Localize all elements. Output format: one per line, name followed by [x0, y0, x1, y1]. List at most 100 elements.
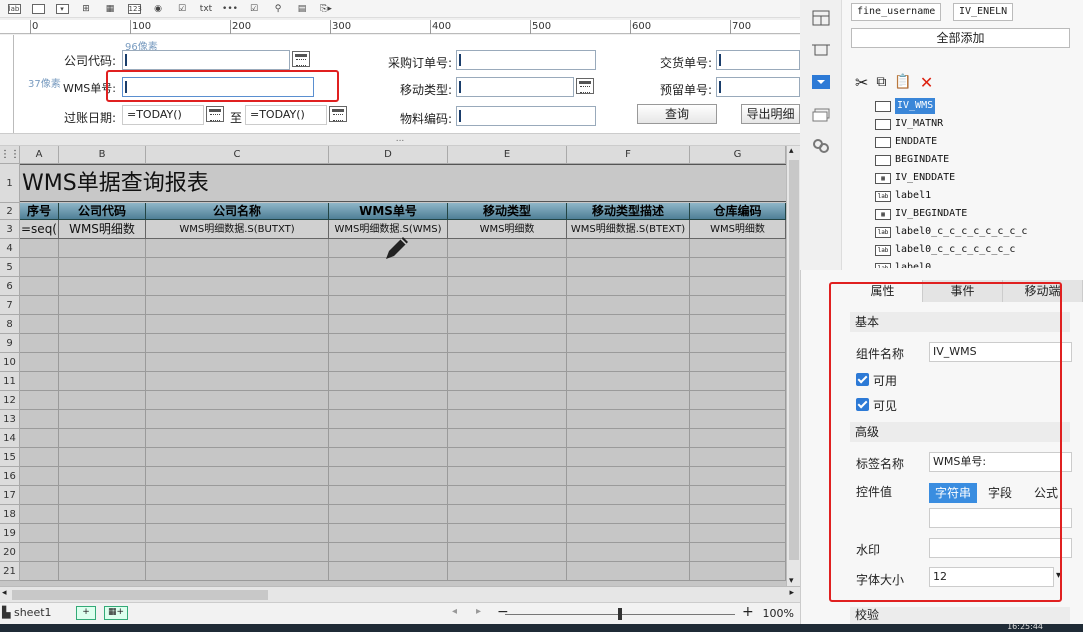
reservation-no-input[interactable] — [716, 77, 800, 97]
grid-cell[interactable] — [567, 486, 690, 505]
grid-cell[interactable] — [567, 239, 690, 258]
horizontal-scroll-thumb[interactable] — [12, 590, 268, 600]
grid-cell[interactable] — [329, 277, 448, 296]
zoom-in-icon[interactable]: + — [742, 604, 754, 620]
delete-icon[interactable]: ✕ — [920, 73, 933, 92]
grid-cell[interactable] — [146, 467, 329, 486]
grid-cell[interactable] — [59, 391, 146, 410]
select-all-corner[interactable]: ⋮⋮ — [0, 146, 20, 164]
grid-cell[interactable] — [690, 296, 786, 315]
table-icon[interactable]: ▦ — [100, 2, 120, 16]
org-tree-icon[interactable]: ⚲ — [268, 2, 288, 16]
tree-item[interactable]: ENDDATE — [875, 134, 937, 150]
grid-cell[interactable] — [329, 334, 448, 353]
grid-cell[interactable] — [567, 277, 690, 296]
grid-cell[interactable] — [20, 239, 59, 258]
zoom-slider-thumb[interactable] — [618, 608, 622, 620]
scroll-left-icon[interactable]: ◂ — [2, 588, 7, 598]
grid-cell[interactable] — [20, 486, 59, 505]
text-icon[interactable]: txt — [196, 2, 216, 16]
panel-splitter[interactable]: ... — [0, 133, 800, 146]
data-template-cell[interactable]: WMS明细数 — [59, 220, 146, 239]
grid-cell[interactable] — [567, 543, 690, 562]
grid-cell[interactable] — [20, 448, 59, 467]
scroll-down-icon[interactable]: ▾ — [789, 576, 794, 586]
row-header[interactable]: 19 — [0, 524, 20, 543]
grid-cell[interactable] — [448, 448, 567, 467]
number-icon[interactable]: 123 — [124, 2, 144, 16]
grid-cell[interactable] — [567, 258, 690, 277]
column-header[interactable]: C — [146, 146, 329, 164]
row-header[interactable]: 13 — [0, 410, 20, 429]
row-header[interactable]: 11 — [0, 372, 20, 391]
sheet-tab[interactable]: ▙ sheet1 — [2, 606, 52, 619]
grid-cell[interactable] — [20, 543, 59, 562]
grid-cell[interactable] — [146, 372, 329, 391]
row-header[interactable]: 6 — [0, 277, 20, 296]
grid-cell[interactable] — [567, 372, 690, 391]
grid-cell[interactable] — [59, 315, 146, 334]
widget-tree[interactable]: IV_WMS IV_MATNR ENDDATE BEGINDATE ▦ IV_ENDDAT… — [845, 96, 1080, 268]
row-header[interactable]: 14 — [0, 429, 20, 448]
grid-cell[interactable] — [59, 505, 146, 524]
grid-cell[interactable] — [146, 353, 329, 372]
grid-cell[interactable] — [146, 543, 329, 562]
grid-cell[interactable] — [690, 258, 786, 277]
tree-item[interactable]: ▦ IV_BEGINDATE — [875, 206, 967, 222]
tree-item[interactable]: ▦ IV_ENDDATE — [875, 170, 955, 186]
report-header-cell[interactable]: 公司代码 — [59, 203, 146, 220]
grid-cell[interactable] — [329, 372, 448, 391]
data-template-cell[interactable]: =seq( — [20, 220, 59, 239]
grid-cell[interactable] — [59, 258, 146, 277]
po-no-input[interactable] — [456, 50, 596, 70]
grid-cell[interactable] — [690, 315, 786, 334]
grid-cell[interactable] — [59, 372, 146, 391]
grid-cell[interactable] — [329, 448, 448, 467]
row-header[interactable]: 5 — [0, 258, 20, 277]
grid-cell[interactable] — [448, 410, 567, 429]
tree-item[interactable]: lab label0 — [875, 260, 931, 268]
grid-cell[interactable] — [448, 486, 567, 505]
grid-cell[interactable] — [690, 524, 786, 543]
data-template-cell[interactable]: WMS明细数 — [690, 220, 786, 239]
grid-cell[interactable] — [448, 467, 567, 486]
grid-cell[interactable] — [690, 391, 786, 410]
grid-cell[interactable] — [329, 562, 448, 581]
label-icon[interactable]: lab — [4, 2, 24, 16]
add-sheet-icon[interactable]: + — [76, 606, 96, 620]
horizontal-scrollbar[interactable]: ◂ ▸ — [0, 586, 800, 602]
tree-item[interactable]: IV_MATNR — [875, 116, 943, 132]
data-template-cell[interactable]: WMS明细数 — [448, 220, 567, 239]
grid-cell[interactable] — [690, 467, 786, 486]
row-header[interactable]: 2 — [0, 203, 20, 220]
grid-cell[interactable] — [448, 524, 567, 543]
grid-cell[interactable] — [146, 391, 329, 410]
dropdown-icon[interactable]: ▾ — [52, 2, 72, 16]
tree-item[interactable]: IV_WMS — [875, 98, 936, 114]
grid-cell[interactable] — [567, 391, 690, 410]
vertical-scroll-thumb[interactable] — [789, 160, 799, 560]
grid-cell[interactable] — [448, 543, 567, 562]
grid-cell[interactable] — [59, 277, 146, 296]
column-header[interactable]: A — [20, 146, 59, 164]
grid-cell[interactable] — [59, 543, 146, 562]
delivery-no-input[interactable] — [716, 50, 800, 70]
grid-cell[interactable] — [20, 524, 59, 543]
grid-cell[interactable] — [567, 315, 690, 334]
grid-cell[interactable] — [329, 410, 448, 429]
grid-cell[interactable] — [20, 296, 59, 315]
export-icon[interactable]: ⎘▸ — [316, 2, 336, 16]
grid-cell[interactable] — [448, 429, 567, 448]
grid-cell[interactable] — [59, 429, 146, 448]
grid-cell[interactable] — [146, 524, 329, 543]
radio-group-icon[interactable]: ◉ — [148, 2, 168, 16]
grid-cell[interactable] — [448, 258, 567, 277]
grid-cell[interactable] — [146, 277, 329, 296]
row-header[interactable]: 3 — [0, 220, 20, 239]
date-from-calendar-icon[interactable] — [206, 106, 224, 122]
grid-cell[interactable] — [20, 410, 59, 429]
grid-cell[interactable] — [690, 543, 786, 562]
grid-cell[interactable] — [20, 334, 59, 353]
grid-settings-icon[interactable] — [812, 10, 830, 26]
vertical-scrollbar[interactable]: ▴ ▾ — [786, 146, 800, 586]
